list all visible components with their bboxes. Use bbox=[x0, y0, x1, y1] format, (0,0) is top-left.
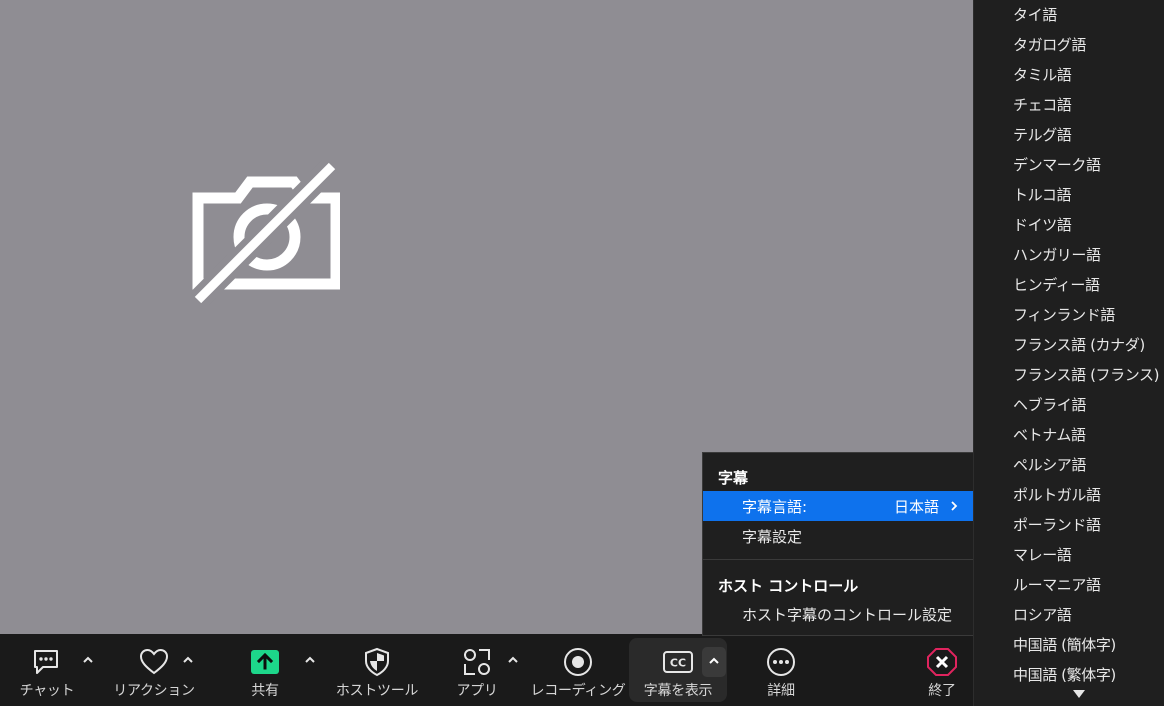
camera-off-icon bbox=[190, 160, 340, 305]
host-tools-button[interactable]: ホストツール bbox=[334, 634, 420, 706]
svg-text:CC: CC bbox=[670, 657, 686, 670]
caption-settings-item[interactable]: 字幕設定 bbox=[703, 521, 973, 551]
show-captions-label: 字幕を表示 bbox=[643, 683, 713, 699]
language-item[interactable]: ポルトガル語 bbox=[1013, 484, 1101, 505]
language-item[interactable]: ドイツ語 bbox=[1013, 214, 1072, 235]
closed-captions-icon: CC bbox=[663, 651, 693, 673]
language-item[interactable]: フランス語 (カナダ) bbox=[1013, 334, 1145, 355]
caption-settings-item-label: 字幕設定 bbox=[742, 528, 803, 546]
reaction-label: リアクション bbox=[113, 683, 195, 699]
chat-options-caret-icon[interactable] bbox=[80, 652, 96, 668]
chat-label: チャット bbox=[19, 683, 75, 699]
language-item[interactable]: フランス語 (フランス) bbox=[1013, 364, 1159, 385]
language-item[interactable]: トルコ語 bbox=[1013, 184, 1072, 205]
language-item[interactable]: 中国語 (繁体字) bbox=[1013, 664, 1116, 685]
more-label: 詳細 bbox=[767, 683, 795, 699]
apps-label: アプリ bbox=[456, 683, 498, 699]
more-dots-icon bbox=[767, 648, 795, 676]
apps-icon bbox=[464, 649, 490, 675]
end-x-icon bbox=[927, 648, 957, 676]
language-item[interactable]: ヘブライ語 bbox=[1013, 394, 1086, 415]
language-item[interactable]: ハンガリー語 bbox=[1013, 244, 1101, 265]
apps-options-caret-icon[interactable] bbox=[505, 652, 521, 668]
share-label: 共有 bbox=[251, 683, 279, 699]
language-item[interactable]: フィンランド語 bbox=[1013, 304, 1115, 325]
menu-divider bbox=[703, 559, 973, 560]
language-item[interactable]: ヒンディー語 bbox=[1013, 274, 1100, 295]
chevron-up-icon bbox=[709, 657, 719, 664]
language-item[interactable]: 中国語 (簡体字) bbox=[1013, 634, 1116, 655]
language-item[interactable]: ベトナム語 bbox=[1013, 424, 1086, 445]
captions-menu-heading: 字幕 bbox=[718, 469, 749, 487]
language-item[interactable]: ポーランド語 bbox=[1013, 514, 1101, 535]
chat-icon bbox=[34, 650, 58, 674]
chat-button[interactable]: チャット bbox=[18, 634, 76, 706]
meeting-toolbar: チャット リアクション 共有 ホストツール アプリ レコーディング CC 字幕を… bbox=[0, 634, 973, 706]
language-item[interactable]: タガログ語 bbox=[1013, 34, 1086, 55]
language-item[interactable]: タイ語 bbox=[1013, 4, 1057, 25]
heart-icon bbox=[139, 648, 169, 675]
host-caption-settings-item[interactable]: ホスト字幕のコントロール設定 bbox=[703, 599, 973, 629]
end-label: 終了 bbox=[928, 683, 956, 699]
shield-icon bbox=[365, 647, 389, 677]
share-options-caret-icon[interactable] bbox=[302, 652, 318, 668]
end-meeting-button[interactable]: 終了 bbox=[918, 634, 966, 706]
language-item[interactable]: マレー語 bbox=[1013, 544, 1072, 565]
reaction-button[interactable]: リアクション bbox=[112, 634, 196, 706]
captions-menu: 字幕 字幕言語: 日本語 字幕設定 ホスト コントロール ホスト字幕のコントロー… bbox=[702, 452, 974, 636]
captions-options-caret[interactable] bbox=[702, 647, 726, 677]
apps-button[interactable]: アプリ bbox=[450, 634, 504, 706]
language-item[interactable]: タミル語 bbox=[1013, 64, 1072, 85]
language-item[interactable]: デンマーク語 bbox=[1013, 154, 1101, 175]
more-button[interactable]: 詳細 bbox=[756, 634, 806, 706]
host-tools-label: ホストツール bbox=[335, 683, 419, 699]
host-caption-settings-item-label: ホスト字幕のコントロール設定 bbox=[742, 606, 953, 624]
language-item[interactable]: ペルシア語 bbox=[1013, 454, 1086, 475]
caption-language-item-value: 日本語 bbox=[893, 498, 939, 516]
share-button[interactable]: 共有 bbox=[236, 634, 294, 706]
recording-button[interactable]: レコーディング bbox=[530, 634, 626, 706]
caption-language-item-label: 字幕言語: bbox=[742, 498, 808, 516]
record-icon bbox=[564, 648, 592, 676]
language-item[interactable]: ルーマニア語 bbox=[1013, 574, 1101, 595]
host-control-heading: ホスト コントロール bbox=[718, 577, 859, 595]
scroll-down-arrow-icon[interactable] bbox=[1071, 689, 1087, 699]
reaction-options-caret-icon[interactable] bbox=[180, 652, 196, 668]
language-item[interactable]: ロシア語 bbox=[1013, 604, 1072, 625]
language-item[interactable]: チェコ語 bbox=[1013, 94, 1072, 115]
share-up-arrow-icon bbox=[251, 650, 279, 674]
recording-label: レコーディング bbox=[530, 683, 626, 699]
caption-language-item[interactable]: 字幕言語: 日本語 bbox=[703, 491, 973, 521]
language-item[interactable]: テルグ語 bbox=[1013, 124, 1072, 145]
chevron-right-icon bbox=[951, 501, 958, 511]
language-submenu: タイ語タガログ語タミル語チェコ語テルグ語デンマーク語 トルコ語ドイツ語ハンガリー語… bbox=[973, 0, 1164, 706]
